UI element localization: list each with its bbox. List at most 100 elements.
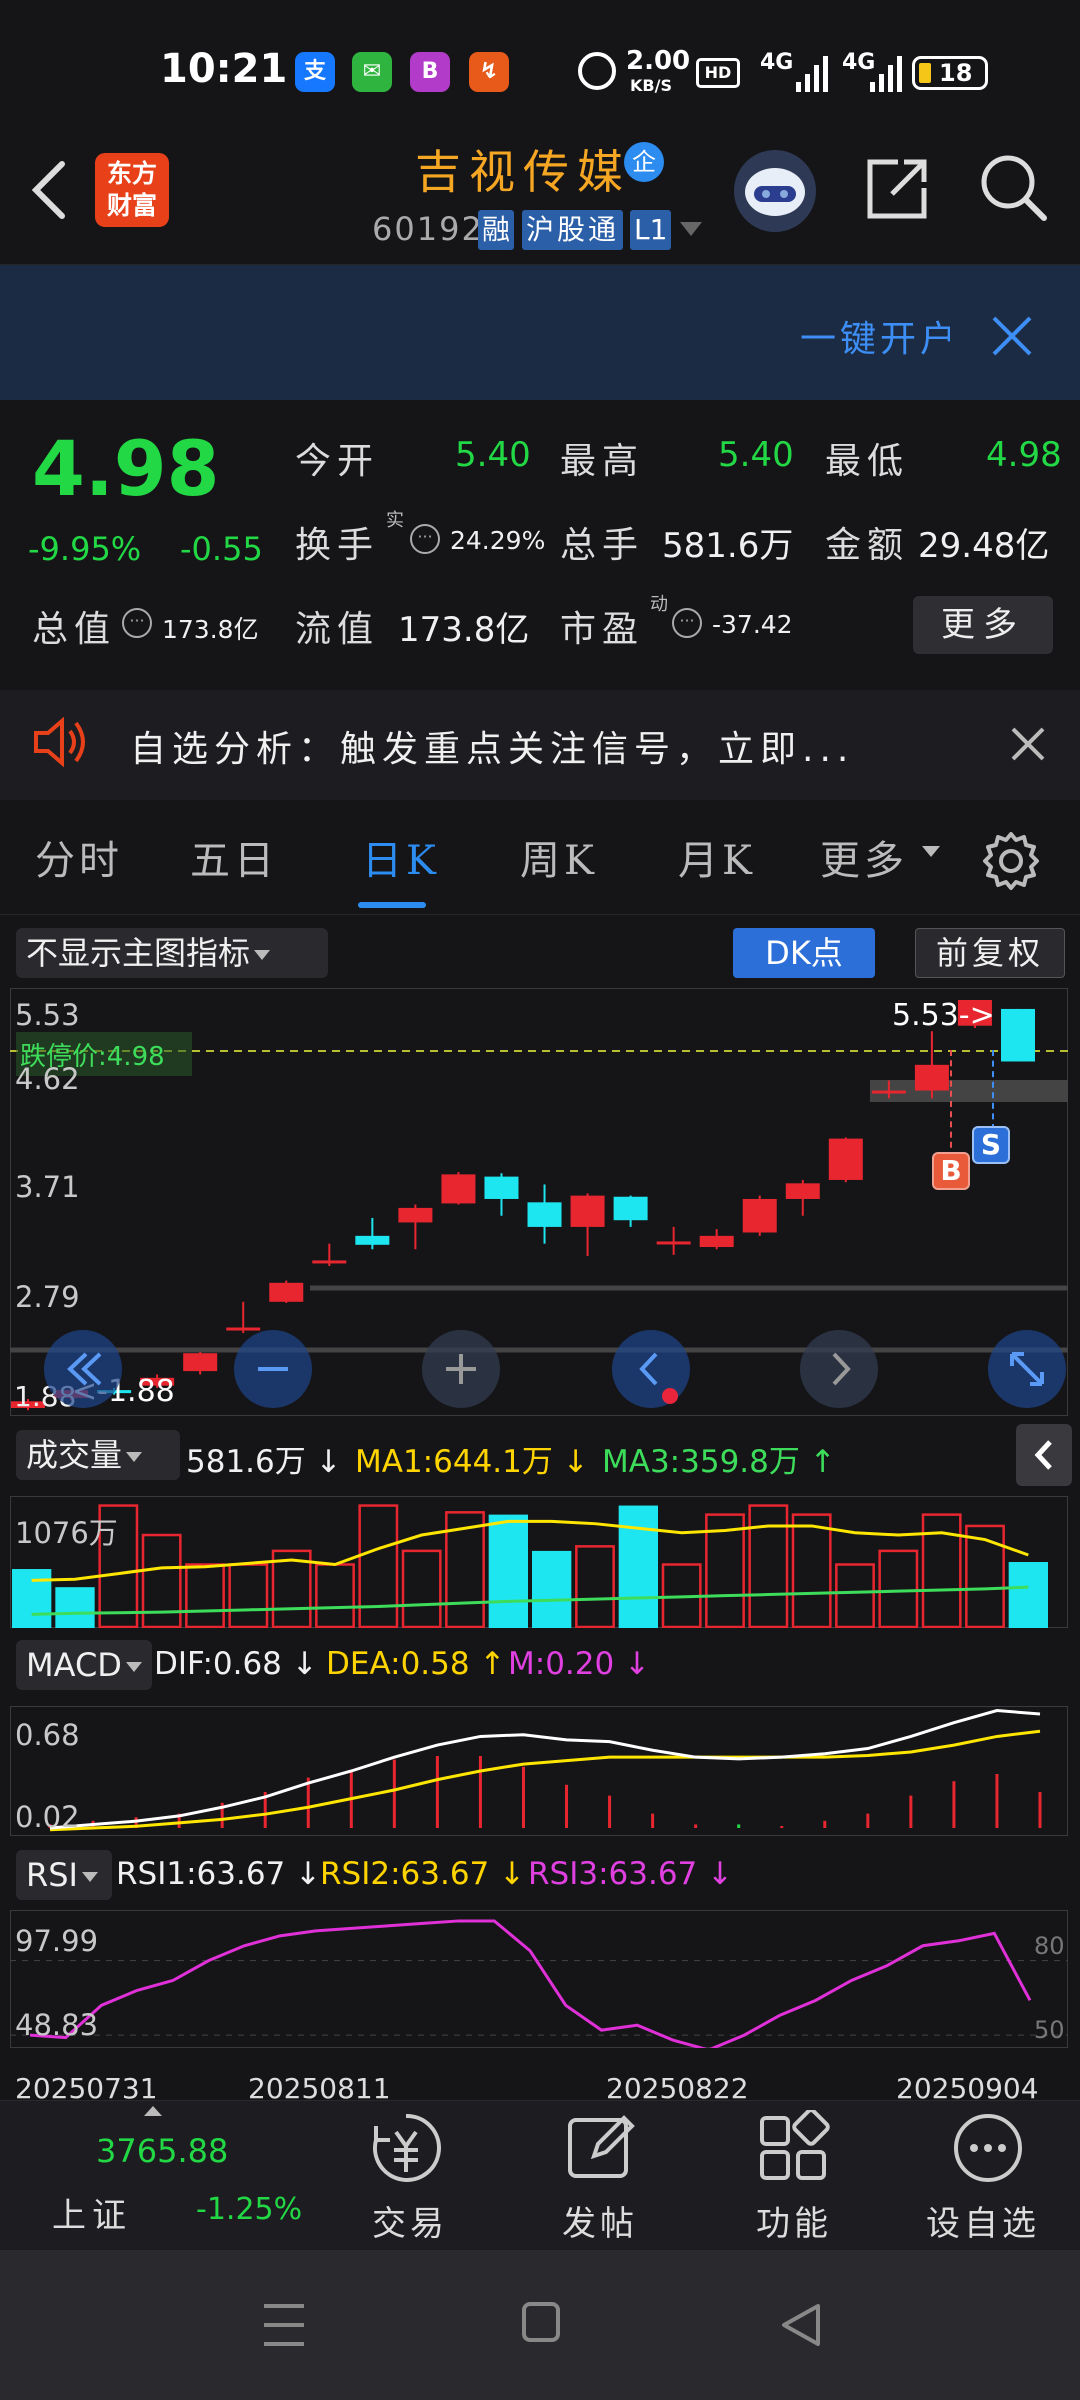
buy-marker[interactable]: B bbox=[932, 1152, 970, 1190]
tab-weekly-k[interactable]: 周K bbox=[520, 828, 598, 886]
home-icon[interactable] bbox=[522, 2302, 560, 2342]
stock-name: 吉视传媒 bbox=[415, 145, 631, 199]
zoom-in-button[interactable] bbox=[422, 1330, 500, 1408]
zoom-out-button[interactable] bbox=[234, 1330, 312, 1408]
tab-daily-k[interactable]: 日K bbox=[362, 828, 440, 886]
low-label: 最低 bbox=[825, 441, 910, 482]
banner-close-icon[interactable] bbox=[990, 314, 1034, 362]
rsi-chart[interactable] bbox=[10, 1910, 1068, 2048]
function-label[interactable]: 功能 bbox=[756, 2196, 832, 2245]
rsi-indicator-select[interactable]: RSI bbox=[16, 1850, 112, 1900]
high-value: 5.40 bbox=[718, 435, 794, 475]
index-value[interactable]: 3765.88 bbox=[96, 2132, 228, 2170]
index-name[interactable]: 上证 bbox=[52, 2188, 132, 2237]
stock-switch-caret-icon[interactable] bbox=[680, 222, 702, 236]
total-value-dots-icon: ··· bbox=[122, 608, 152, 638]
volume-bar bbox=[185, 1563, 225, 1628]
macd-dif-line bbox=[49, 1709, 1041, 1830]
volume-bar bbox=[748, 1504, 789, 1628]
tab-more[interactable]: 更多 bbox=[820, 828, 908, 886]
share-icon[interactable] bbox=[862, 154, 932, 228]
macd-dea: DEA:0.58 ↑ bbox=[326, 1646, 506, 1682]
volume-bar bbox=[532, 1550, 572, 1628]
candle-body bbox=[527, 1202, 562, 1227]
assistant-avatar[interactable] bbox=[734, 150, 816, 232]
network-speed: 2.00 bbox=[626, 46, 691, 76]
add-watchlist-label[interactable]: 设自选 bbox=[926, 2196, 1040, 2245]
flash-icon: ↯ bbox=[469, 52, 509, 92]
bank-icon: B bbox=[410, 52, 450, 92]
settings-gear-icon[interactable] bbox=[980, 830, 1042, 896]
sell-marker[interactable]: S bbox=[972, 1126, 1010, 1164]
open-label: 今开 bbox=[295, 441, 380, 482]
volume-label: 总手 bbox=[560, 525, 645, 566]
signal-bars-icon-2 bbox=[870, 56, 902, 96]
more-quote-button[interactable]: 更多 bbox=[913, 596, 1053, 654]
turnover-label: 换手 bbox=[295, 525, 380, 566]
candle-body bbox=[484, 1176, 519, 1199]
logo-line-1: 东方 bbox=[106, 159, 157, 188]
volume-bar bbox=[488, 1514, 528, 1628]
speaker-icon bbox=[32, 716, 92, 771]
price-axis-3: 3.71 bbox=[15, 1170, 80, 1204]
candle-body bbox=[183, 1353, 218, 1372]
add-watchlist-icon[interactable] bbox=[950, 2110, 1026, 2190]
volume-indicator-select[interactable]: 成交量 bbox=[16, 1430, 180, 1480]
network-unit: KB/S bbox=[630, 76, 672, 95]
chevron-down-icon bbox=[125, 1662, 142, 1672]
candle-body bbox=[785, 1183, 820, 1199]
chevron-down-icon bbox=[126, 1452, 143, 1462]
connect-tag: 沪股通 bbox=[522, 210, 624, 250]
post-label[interactable]: 发帖 bbox=[562, 2196, 638, 2245]
candle-body bbox=[699, 1235, 734, 1248]
collapse-panel-button[interactable] bbox=[1016, 1424, 1072, 1486]
rsi-axis-right-top: 80 bbox=[1034, 1932, 1065, 1960]
low-value: 4.98 bbox=[986, 435, 1062, 475]
fullscreen-button[interactable] bbox=[988, 1330, 1066, 1408]
scroll-right-button[interactable] bbox=[800, 1330, 878, 1408]
notice-close-icon[interactable] bbox=[1010, 726, 1046, 766]
search-icon[interactable] bbox=[978, 152, 1048, 228]
banner-text[interactable]: 一键开户 bbox=[800, 310, 950, 362]
logo-line-2: 财富 bbox=[106, 191, 157, 220]
tab-more-caret-icon[interactable] bbox=[922, 846, 940, 857]
volume-axis-max: 1076万 bbox=[15, 1516, 118, 1550]
notice-text[interactable]: 自选分析：触发重点关注信号，立即... bbox=[130, 720, 854, 772]
volume-chart[interactable] bbox=[10, 1496, 1068, 1628]
amount-value: 29.48亿 bbox=[918, 526, 1050, 566]
candle-body bbox=[441, 1174, 476, 1204]
margin-tag: 融 bbox=[478, 210, 515, 250]
tab-monthly-k[interactable]: 月K bbox=[678, 828, 756, 886]
back-icon[interactable] bbox=[28, 160, 68, 224]
bottom-action-bar bbox=[0, 2100, 1080, 2250]
trade-label[interactable]: 交易 bbox=[372, 2196, 448, 2245]
volume-current: 581.6万 ↓ bbox=[186, 1444, 342, 1480]
high-label: 最高 bbox=[560, 441, 645, 482]
trade-icon[interactable] bbox=[368, 2110, 444, 2190]
main-indicator-select[interactable]: 不显示主图指标 bbox=[16, 928, 328, 978]
function-grid-icon[interactable] bbox=[756, 2108, 832, 2190]
tab-five-day[interactable]: 五日 bbox=[190, 828, 278, 886]
index-expand-caret-icon[interactable] bbox=[144, 2106, 162, 2116]
menu-icon[interactable] bbox=[262, 2300, 306, 2354]
back-nav-icon[interactable] bbox=[778, 2300, 822, 2354]
forward-adjust-button[interactable]: 前复权 bbox=[915, 928, 1065, 978]
index-change[interactable]: -1.25% bbox=[196, 2192, 302, 2227]
scroll-to-start-button[interactable] bbox=[44, 1330, 122, 1408]
dk-point-button[interactable]: DK点 bbox=[733, 928, 875, 978]
enterprise-badge: 企 bbox=[624, 142, 664, 182]
scroll-left-button[interactable] bbox=[612, 1330, 690, 1408]
macd-chart[interactable] bbox=[10, 1706, 1068, 1836]
rsi-axis-bottom: 48.83 bbox=[15, 2008, 99, 2042]
pe-dots-icon: ··· bbox=[672, 608, 702, 638]
pe-value: -37.42 bbox=[712, 610, 793, 639]
volume-bar bbox=[358, 1504, 399, 1628]
signal-type-1: 4G bbox=[760, 50, 794, 75]
pe-label: 市盈 bbox=[560, 609, 645, 650]
price-axis-max: 5.53 bbox=[15, 998, 80, 1032]
candle-body bbox=[742, 1198, 777, 1233]
post-icon[interactable] bbox=[564, 2110, 640, 2190]
active-tab-indicator bbox=[358, 902, 426, 908]
tab-intraday[interactable]: 分时 bbox=[35, 828, 123, 886]
macd-indicator-select[interactable]: MACD bbox=[16, 1640, 152, 1690]
